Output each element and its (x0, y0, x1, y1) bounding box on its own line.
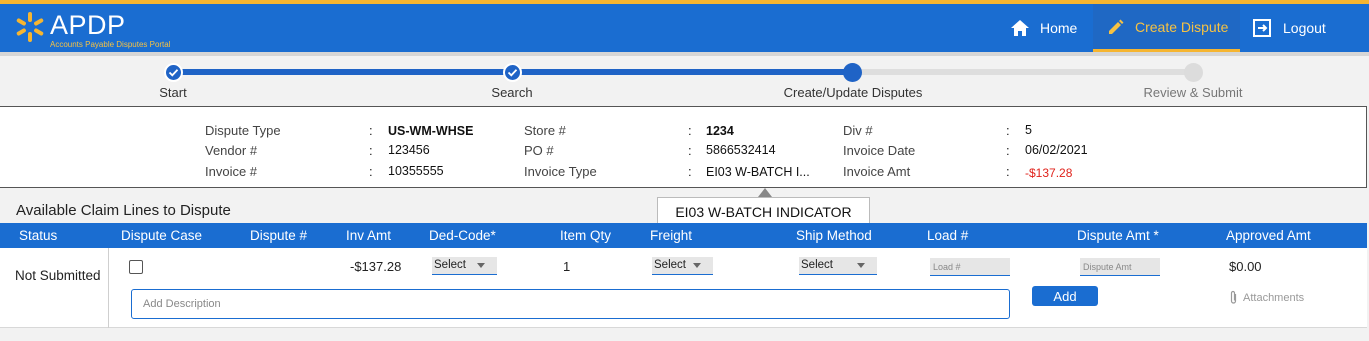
step-search-check-icon (503, 63, 522, 82)
colon: : (1006, 123, 1010, 138)
invoice-amt-label: Invoice Amt (843, 164, 911, 179)
ded-code-select[interactable]: Select (432, 257, 497, 275)
dispute-type-value: US-WM-WHSE (388, 124, 474, 138)
add-button[interactable]: Add (1032, 286, 1098, 306)
th-load-no: Load # (927, 228, 969, 243)
invoice-date-value: 06/02/2021 (1025, 143, 1088, 157)
dispute-case-checkbox[interactable] (129, 260, 143, 274)
step-review-label: Review & Submit (1143, 85, 1243, 100)
invoice-label: Invoice # (205, 164, 258, 179)
row-divider (108, 248, 109, 328)
claim-lines-table-header: Status Dispute Case Dispute # Inv Amt De… (0, 223, 1367, 248)
th-freight: Freight (650, 228, 693, 243)
colon: : (369, 164, 373, 179)
invoice-info-panel: Dispute Type : US-WM-WHSE Vendor # : 123… (0, 106, 1367, 188)
row-approved-amt: $0.00 (1229, 259, 1262, 274)
stepper-track-todo (853, 69, 1193, 75)
invoice-type-value[interactable]: EI03 W-BATCH I... (706, 165, 810, 179)
th-approved-amt: Approved Amt (1226, 228, 1311, 243)
div-label: Div # (843, 123, 873, 138)
attachments-label: Attachments (1243, 291, 1305, 304)
step-search-label: Search (491, 85, 533, 100)
chevron-down-icon (693, 263, 701, 268)
chevron-down-icon (477, 263, 485, 268)
nav-home-label: Home (1040, 20, 1078, 36)
invoice-amt-value: -$137.28 (1025, 166, 1073, 180)
step-start-check-icon (164, 63, 183, 82)
nav-home[interactable]: Home (1010, 4, 1077, 52)
load-no-input[interactable]: Load # (930, 258, 1010, 276)
colon: : (369, 143, 373, 158)
home-icon (1011, 20, 1029, 36)
step-create-label: Create/Update Disputes (783, 85, 923, 100)
colon: : (369, 123, 373, 138)
progress-stepper: Start Search Create/Update Disputes Revi… (0, 56, 1369, 104)
logout-icon (1253, 19, 1271, 37)
step-current-dot (843, 63, 862, 82)
spark-logo-icon (16, 12, 44, 42)
th-dispute-case: Dispute Case (121, 228, 203, 243)
vendor-label: Vendor # (205, 143, 258, 158)
th-inv-amt: Inv Amt (346, 228, 392, 243)
step-start-label: Start (159, 85, 187, 100)
app-subtitle: Accounts Payable Disputes Portal (50, 40, 171, 49)
attachments-link[interactable]: Attachments (1229, 290, 1304, 305)
store-label: Store # (524, 123, 566, 138)
nav-create-label: Create Dispute (1135, 18, 1229, 35)
colon: : (1006, 143, 1010, 158)
description-input[interactable]: Add Description (131, 289, 1010, 319)
th-ship-method: Ship Method (796, 228, 872, 243)
chevron-down-icon (857, 263, 865, 268)
th-dispute-amt: Dispute Amt * (1077, 228, 1159, 243)
invoice-value: 10355555 (388, 164, 444, 178)
tooltip-arrow (758, 188, 772, 197)
invoice-date-label: Invoice Date (843, 143, 916, 158)
freight-select-value: Select (654, 259, 686, 271)
step-todo-dot (1184, 63, 1203, 82)
row-inv-amt: -$137.28 (350, 259, 402, 274)
po-value: 5866532414 (706, 143, 776, 157)
colon: : (688, 123, 692, 138)
ship-method-select[interactable]: Select (799, 257, 877, 275)
app-header: APDP Accounts Payable Disputes Portal Ho… (0, 0, 1369, 52)
nav-logout-label: Logout (1283, 20, 1326, 36)
table-row: Not Submitted -$137.28 Select 1 Select S… (0, 248, 1367, 328)
app-title: APDP (50, 10, 126, 40)
po-label: PO # (524, 143, 554, 158)
dispute-amt-input[interactable]: Dispute Amt (1080, 258, 1160, 276)
ship-method-select-value: Select (801, 259, 833, 271)
invoice-type-tooltip: EI03 W-BATCH INDICATOR (657, 197, 870, 226)
dispute-type-label: Dispute Type (205, 123, 281, 138)
invoice-type-label: Invoice Type (524, 164, 597, 179)
th-status: Status (19, 228, 58, 243)
th-item-qty: Item Qty (560, 228, 612, 243)
th-ded-code: Ded-Code* (429, 228, 496, 243)
vendor-value: 123456 (388, 143, 430, 157)
nav-logout[interactable]: Logout (1253, 4, 1326, 52)
row-status: Not Submitted (15, 268, 101, 283)
pencil-icon (1109, 19, 1124, 34)
div-value: 5 (1025, 123, 1032, 137)
freight-select[interactable]: Select (652, 257, 713, 275)
nav-create-dispute[interactable]: Create Dispute (1093, 4, 1240, 52)
section-title: Available Claim Lines to Dispute (16, 202, 231, 219)
row-item-qty: 1 (563, 259, 571, 274)
paperclip-icon (1230, 290, 1237, 304)
colon: : (688, 164, 692, 179)
colon: : (1006, 164, 1010, 179)
colon: : (688, 143, 692, 158)
ded-code-select-value: Select (434, 259, 466, 271)
th-dispute-no: Dispute # (250, 228, 308, 243)
store-value: 1234 (706, 124, 734, 138)
